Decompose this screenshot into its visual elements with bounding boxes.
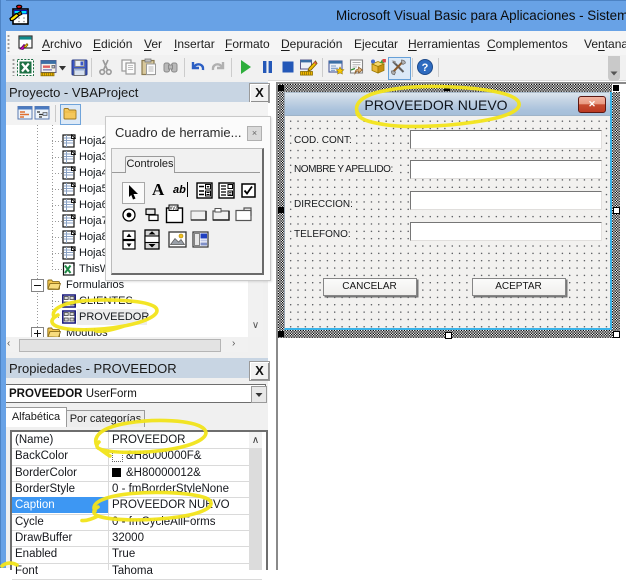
svg-text:?: ? [422, 62, 429, 74]
svg-text:xyz: xyz [170, 205, 179, 211]
